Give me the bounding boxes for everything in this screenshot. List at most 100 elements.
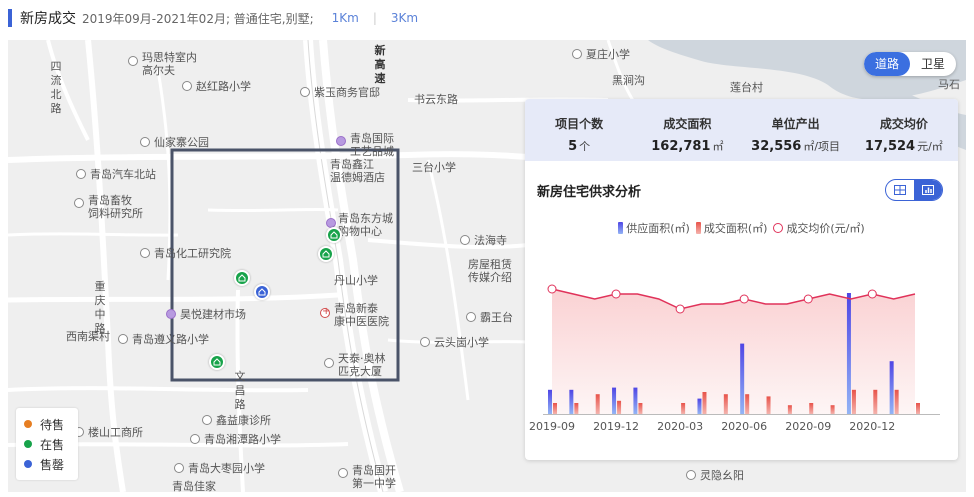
poi-icon	[118, 334, 128, 344]
deal-bar	[681, 403, 686, 414]
map-type-road[interactable]: 道路	[864, 52, 910, 76]
x-tick-label: 2019-12	[593, 420, 639, 433]
map-label: 紫玉商务官邸	[314, 86, 380, 99]
view-toggle[interactable]	[885, 179, 943, 201]
road-label: 新高速	[374, 44, 386, 85]
map-label: 莲台村	[730, 81, 763, 94]
radius-tab-1km[interactable]: 1Km	[332, 11, 359, 25]
deal-bar	[638, 403, 643, 414]
poi-icon	[324, 358, 334, 368]
x-tick-label: 2020-06	[721, 420, 767, 433]
map-label: 霸王台	[480, 311, 513, 324]
poi-icon	[74, 198, 84, 208]
poi-icon	[140, 248, 150, 258]
supply-bar	[697, 398, 702, 414]
deal-bar	[617, 400, 622, 414]
legend-item: 售罄	[24, 454, 78, 474]
poi-icon	[686, 470, 696, 480]
price-point	[547, 284, 557, 294]
poi-icon	[174, 463, 184, 473]
filter-summary: 2019年09月-2021年02月; 普通住宅,别墅;	[82, 11, 314, 26]
supply-bar	[612, 387, 617, 414]
poi-icon	[338, 468, 348, 478]
map-label: 法海寺	[474, 234, 507, 247]
supply-bar	[889, 361, 894, 414]
deal-bar	[553, 403, 557, 414]
poi-icon	[76, 169, 86, 179]
poi-icon	[202, 415, 212, 425]
map-label: 青岛国际 工艺品城	[350, 132, 394, 158]
deal-bar	[809, 403, 814, 414]
price-point	[803, 294, 813, 304]
map-type-satellite[interactable]: 卫星	[910, 52, 956, 76]
legend-ring	[773, 223, 784, 233]
title-accent-bar	[8, 9, 12, 27]
poi-icon	[300, 87, 310, 97]
deal-bar	[830, 405, 835, 414]
road-label: 四流北路	[50, 60, 62, 115]
map-label: 马石	[938, 78, 960, 91]
map-label: 云头崮小学	[434, 336, 489, 349]
stat-project-count: 项目个数 5个	[555, 117, 604, 154]
map-label: 青岛东方城 购物中心	[338, 212, 393, 238]
deal-bar	[745, 394, 750, 414]
map-label: 昊悦建材市场	[180, 308, 246, 321]
map-type-toggle[interactable]: 道路 卫星	[864, 52, 956, 76]
stat-avg-price: 成交均价 17,524 元/㎡	[864, 117, 943, 154]
map-label: 天泰·奥林 匹克大厦	[338, 352, 386, 378]
supply-bar	[846, 293, 851, 414]
deal-bar	[916, 403, 920, 414]
x-tick-label: 2020-12	[849, 420, 895, 433]
supply-bar	[633, 387, 638, 414]
map-label: 灵隐幺阳	[700, 469, 744, 482]
deal-bar	[766, 396, 771, 414]
deal-bar	[873, 389, 878, 414]
project-marker-on-sale[interactable]	[234, 270, 250, 286]
x-tick-label: 2020-09	[785, 420, 831, 433]
legend-item: 待售	[24, 414, 78, 434]
legend-item: 在售	[24, 434, 78, 454]
chart-view-button[interactable]	[914, 180, 942, 200]
map-label: 夏庄小学	[586, 48, 630, 61]
price-point	[739, 294, 749, 304]
radius-tab-3km[interactable]: 3Km	[391, 11, 418, 25]
legend-dot	[24, 440, 32, 448]
map-label: 丹山小学	[334, 274, 378, 287]
legend-dot	[24, 460, 32, 468]
map-label: 鑫益康诊所	[216, 414, 271, 427]
map-label: 青岛国开 第一中学	[352, 464, 396, 490]
map-label: 青岛鑫江 温德姆酒店	[330, 158, 385, 184]
deal-bar	[723, 394, 728, 414]
road-label: 文昌路	[234, 370, 246, 411]
table-view-button[interactable]	[886, 180, 914, 200]
map-label: 青岛新泰 康中医医院	[334, 302, 389, 328]
price-point	[867, 289, 877, 299]
bar-chart-icon	[922, 185, 934, 195]
poi-icon	[190, 434, 200, 444]
stat-deal-area: 成交面积 162,781 ㎡	[651, 117, 724, 154]
map-label: 青岛畜牧 饲料研究所	[88, 194, 143, 220]
deal-bar	[787, 405, 792, 414]
poi-icon	[166, 309, 176, 319]
project-marker-on-sale[interactable]	[209, 354, 225, 370]
legend-deal[interactable]: 成交面积(㎡)	[695, 220, 767, 236]
poi-icon	[336, 136, 346, 146]
map-label: 青岛大枣园小学	[188, 462, 265, 475]
chart-legend: 供应面积(㎡) 成交面积(㎡) 成交均价(元/㎡)	[525, 220, 958, 236]
supply-demand-chart: 2019-09 2019-12 2020-03 2020-06 2020-09 2020-…	[529, 284, 940, 433]
stat-unit-output: 单位产出 32,556 ㎡/项目	[751, 117, 841, 154]
legend-price[interactable]: 成交均价(元/㎡)	[773, 220, 865, 236]
map-label: 青岛湘潭路小学	[204, 433, 281, 446]
project-marker-sold-out[interactable]	[254, 284, 270, 300]
project-marker-on-sale[interactable]	[326, 227, 342, 243]
legend-supply[interactable]: 供应面积(㎡)	[618, 220, 690, 236]
poi-icon	[128, 56, 138, 66]
map-label: 青岛佳家	[172, 480, 216, 492]
project-marker-on-sale[interactable]	[318, 246, 334, 262]
tab-separator: |	[372, 11, 377, 25]
supply-bar	[548, 389, 552, 414]
map-label: 青岛汽车北站	[90, 168, 156, 181]
page-title: 新房成交	[20, 11, 76, 27]
map-label: 三台小学	[412, 161, 456, 174]
chart-title: 新房住宅供求分析	[537, 185, 642, 200]
